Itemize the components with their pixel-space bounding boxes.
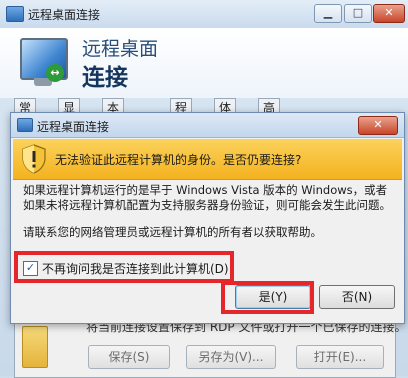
dont-ask-again-checkbox[interactable]: ✓ bbox=[23, 260, 38, 276]
header-title-line2: 连接 bbox=[82, 65, 128, 91]
certificate-warning-dialog: 远程桌面连接 ✕ 无法验证此远程计算机的身份。是否仍要连接? 如果远程计算机运行… bbox=[10, 112, 405, 324]
close-window-button[interactable]: ✕ bbox=[373, 4, 405, 23]
dialog-body: 如果远程计算机运行的是早于 Windows Vista 版本的 Windows，… bbox=[23, 183, 395, 252]
remote-desktop-app-icon bbox=[17, 118, 33, 132]
dont-ask-again-row[interactable]: ✓ 不再询问我是否连接到此计算机(D) bbox=[23, 259, 229, 277]
window-title: 远程桌面连接 bbox=[28, 8, 101, 22]
yes-button[interactable]: 是(Y) bbox=[235, 285, 311, 309]
warning-banner: 无法验证此远程计算机的身份。是否仍要连接? bbox=[13, 139, 402, 180]
remote-desktop-app-icon bbox=[6, 6, 24, 22]
shield-warning-icon bbox=[22, 144, 46, 174]
folder-icon bbox=[22, 326, 48, 368]
header-title-line1: 远程桌面 bbox=[82, 38, 159, 60]
dialog-titlebar: 远程桌面连接 ✕ bbox=[11, 113, 404, 138]
save-button[interactable]: 保存(S) bbox=[88, 345, 170, 369]
window-titlebar: 远程桌面连接 ▁ □ ✕ bbox=[0, 0, 408, 29]
minimize-button[interactable]: ▁ bbox=[314, 4, 342, 23]
maximize-button[interactable]: □ bbox=[344, 4, 372, 23]
connect-arrow-icon: ↔ bbox=[46, 64, 64, 82]
dont-ask-again-label[interactable]: 不再询问我是否连接到此计算机(D) bbox=[42, 260, 229, 277]
dialog-close-button[interactable]: ✕ bbox=[358, 116, 398, 135]
contact-admin-text: 请联系您的网络管理员或远程计算机的所有者以获取帮助。 bbox=[23, 225, 322, 239]
warning-message: 无法验证此远程计算机的身份。是否仍要连接? bbox=[55, 153, 302, 167]
app-header: ↔ 远程桌面 连接 bbox=[0, 28, 408, 98]
open-button[interactable]: 打开(E)... bbox=[296, 345, 384, 369]
save-as-button[interactable]: 另存为(V)... bbox=[186, 345, 276, 369]
explanation-text: 如果远程计算机运行的是早于 Windows Vista 版本的 Windows，… bbox=[23, 183, 391, 212]
dialog-title: 远程桌面连接 bbox=[37, 120, 110, 134]
no-button[interactable]: 否(N) bbox=[319, 285, 395, 309]
